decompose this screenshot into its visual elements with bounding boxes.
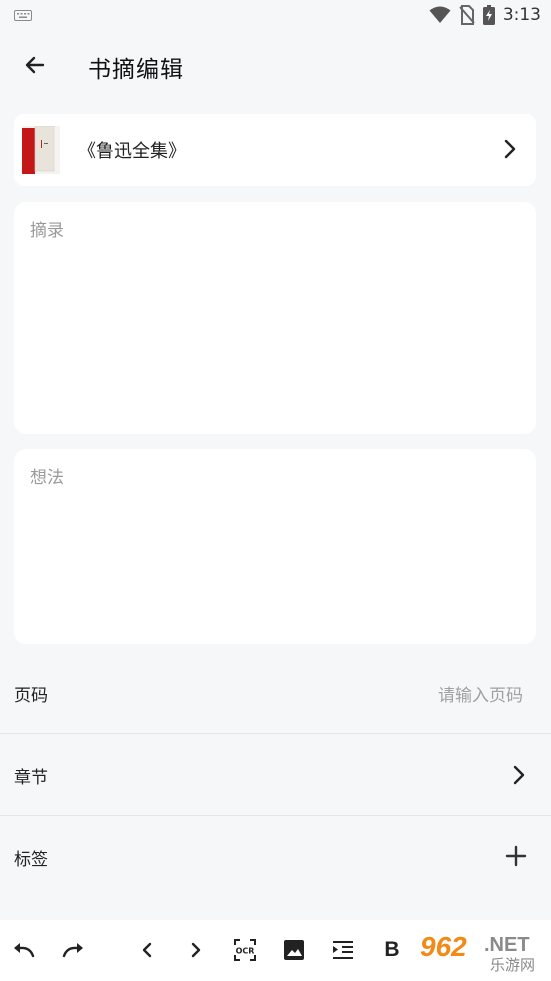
- page-number-row: 页码 请输入页码: [0, 652, 551, 734]
- page-number-label: 页码: [14, 686, 48, 706]
- image-icon: [284, 940, 304, 960]
- battery-charging-icon: [482, 5, 495, 25]
- ocr-label: OCR: [236, 947, 255, 956]
- bold-button[interactable]: B: [378, 936, 406, 964]
- ocr-icon: OCR: [234, 939, 256, 961]
- thought-placeholder: 想法: [30, 468, 64, 488]
- watermark-suffix: .NET: [484, 934, 530, 956]
- page-title: 书摘编辑: [88, 57, 184, 83]
- site-watermark-logo: 962 .NET 乐游网: [412, 926, 546, 974]
- chevron-right-icon: [191, 942, 201, 958]
- book-title: 《鲁迅全集》: [78, 141, 186, 162]
- wifi-icon: [429, 6, 451, 23]
- chevron-left-icon: [142, 942, 152, 958]
- add-tag-button[interactable]: [505, 845, 527, 867]
- chevron-right-icon: [513, 765, 525, 785]
- indent-icon: [333, 941, 353, 959]
- back-button[interactable]: [20, 50, 50, 80]
- thought-textarea[interactable]: 想法: [14, 449, 536, 644]
- redo-icon: [62, 943, 83, 958]
- keyboard-icon: [14, 10, 32, 21]
- chapter-label: 章节: [14, 768, 48, 788]
- ocr-button[interactable]: OCR: [231, 936, 259, 964]
- tag-label: 标签: [14, 850, 48, 870]
- status-time: 3:13: [502, 5, 541, 25]
- page-number-input[interactable]: 请输入页码: [438, 681, 523, 706]
- insert-image-button[interactable]: [280, 936, 308, 964]
- book-selector[interactable]: 《鲁迅全集》: [14, 114, 536, 186]
- undo-icon: [14, 943, 35, 958]
- watermark-subtitle: 乐游网: [490, 956, 535, 974]
- indent-button[interactable]: [329, 936, 357, 964]
- chapter-row[interactable]: 章节: [0, 734, 551, 816]
- no-sim-icon: [459, 5, 475, 25]
- cursor-left-button[interactable]: [133, 936, 161, 964]
- app-bar: 书摘编辑: [0, 36, 551, 96]
- cursor-right-button[interactable]: [182, 936, 210, 964]
- excerpt-textarea[interactable]: 摘录: [14, 202, 536, 434]
- status-bar: 3:13: [0, 0, 551, 30]
- redo-button[interactable]: [59, 936, 87, 964]
- tag-row: 标签: [0, 816, 551, 898]
- undo-button[interactable]: [10, 936, 38, 964]
- watermark-number: 962: [420, 931, 467, 962]
- excerpt-placeholder: 摘录: [30, 221, 64, 241]
- book-cover-image: [22, 126, 60, 174]
- arrow-left-icon: [25, 56, 45, 74]
- chevron-right-icon: [504, 139, 516, 159]
